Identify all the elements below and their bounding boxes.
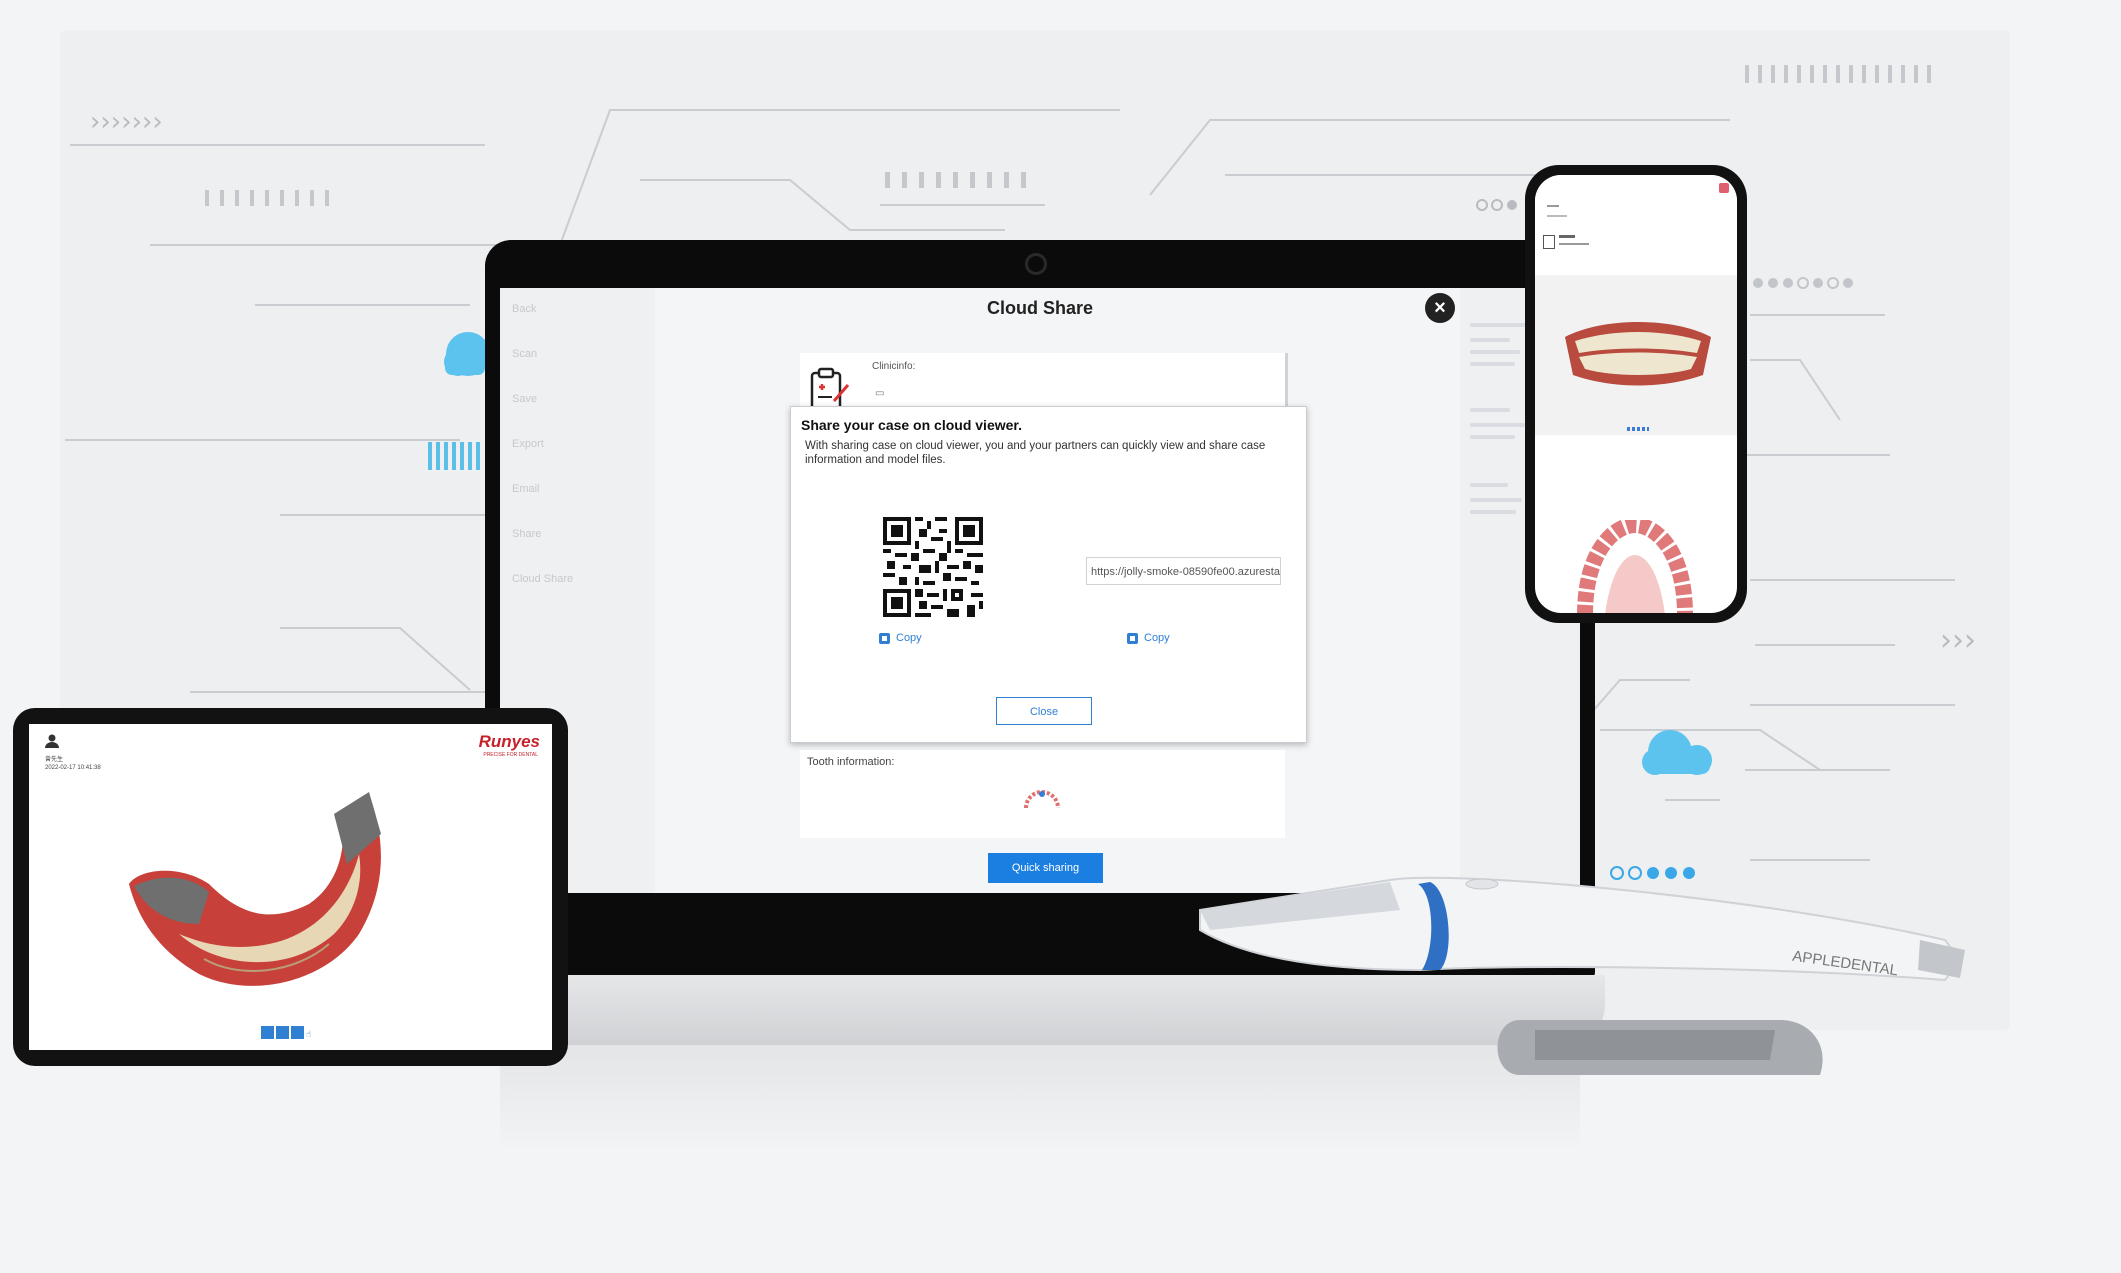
phone-close-icon[interactable] — [1719, 183, 1729, 193]
copy-qr-label: Copy — [896, 632, 922, 644]
copy-url-button[interactable]: Copy — [1127, 632, 1170, 644]
tooth-arch-diagram — [1577, 520, 1693, 613]
phone-screen — [1535, 175, 1737, 613]
sidebar-item-export[interactable]: Export — [512, 438, 544, 450]
tablet-screen: 曾先生 2022-02-17 10:41:38 Runyes PRECISE F… — [29, 724, 552, 1050]
tooth-info-label: Tooth information: — [807, 756, 895, 768]
patient-name: 曾先生 — [45, 757, 64, 763]
copy-url-label: Copy — [1144, 632, 1170, 644]
clinic-info-label: Clinicinfo: — [872, 361, 916, 372]
svg-text:›››: ››› — [1940, 623, 1976, 658]
dialog-title: Cloud Share — [986, 298, 1093, 318]
dental-arch-model — [129, 792, 381, 986]
tablet: 曾先生 2022-02-17 10:41:38 Runyes PRECISE F… — [13, 708, 568, 1066]
close-icon[interactable]: × — [1425, 293, 1455, 323]
laptop: Back Scan Save Export Email Share Cloud … — [485, 240, 1595, 980]
laptop-screen: Back Scan Save Export Email Share Cloud … — [500, 288, 1580, 893]
intraoral-scanner — [1199, 876, 1965, 1075]
calendar-icon: ▭ — [875, 388, 885, 399]
sidebar-item-share[interactable]: Share — [512, 528, 541, 540]
tooth-info-card: Tooth information: — [800, 750, 1285, 838]
sidebar-item-scan[interactable]: Scan — [512, 348, 537, 360]
share-description: With sharing case on cloud viewer, you a… — [805, 440, 1266, 466]
view-lower-button[interactable] — [291, 1026, 304, 1040]
share-title: Share your case on cloud viewer. — [801, 417, 1022, 433]
brand-tagline: PRECISE FOR DENTAL — [483, 752, 538, 758]
share-url-field[interactable]: https://jolly-smoke-08590fe00.azurestati… — [1086, 557, 1281, 585]
copy-qr-button[interactable]: Copy — [879, 632, 922, 644]
view-toolbar: ☝ — [261, 1024, 311, 1042]
user-icon — [45, 734, 59, 748]
copy-icon — [879, 632, 890, 644]
copy-icon — [1127, 632, 1138, 644]
scan-timestamp: 2022-02-17 10:41:38 — [45, 765, 101, 771]
laptop-camera — [1025, 253, 1047, 275]
phone — [1525, 165, 1747, 623]
view-upper-button[interactable] — [276, 1026, 289, 1040]
patient-meta: 曾先生 2022-02-17 10:41:38 — [45, 756, 101, 772]
sidebar-item-cloud-share[interactable]: Cloud Share — [512, 573, 573, 585]
phone-page-dots — [1627, 427, 1649, 431]
phone-model-view — [1535, 275, 1737, 435]
sidebar-item-save[interactable]: Save — [512, 393, 537, 405]
sidebar-item-email[interactable]: Email — [512, 483, 540, 495]
quick-sharing-button[interactable]: Quick sharing — [988, 853, 1103, 883]
qr-code — [883, 517, 983, 617]
close-button[interactable]: Close — [996, 697, 1092, 725]
share-dialog: Share your case on cloud viewer. With sh… — [790, 406, 1307, 743]
hand-icon[interactable]: ☝ — [306, 1029, 311, 1039]
teeth-photo — [1565, 322, 1711, 386]
svg-text:›››››››: ››››››› — [90, 107, 163, 137]
phone-header — [1535, 175, 1737, 270]
tooth-chart-icon — [1024, 790, 1060, 809]
view-front-button[interactable] — [261, 1026, 274, 1040]
brand-logo: Runyes — [478, 732, 540, 751]
